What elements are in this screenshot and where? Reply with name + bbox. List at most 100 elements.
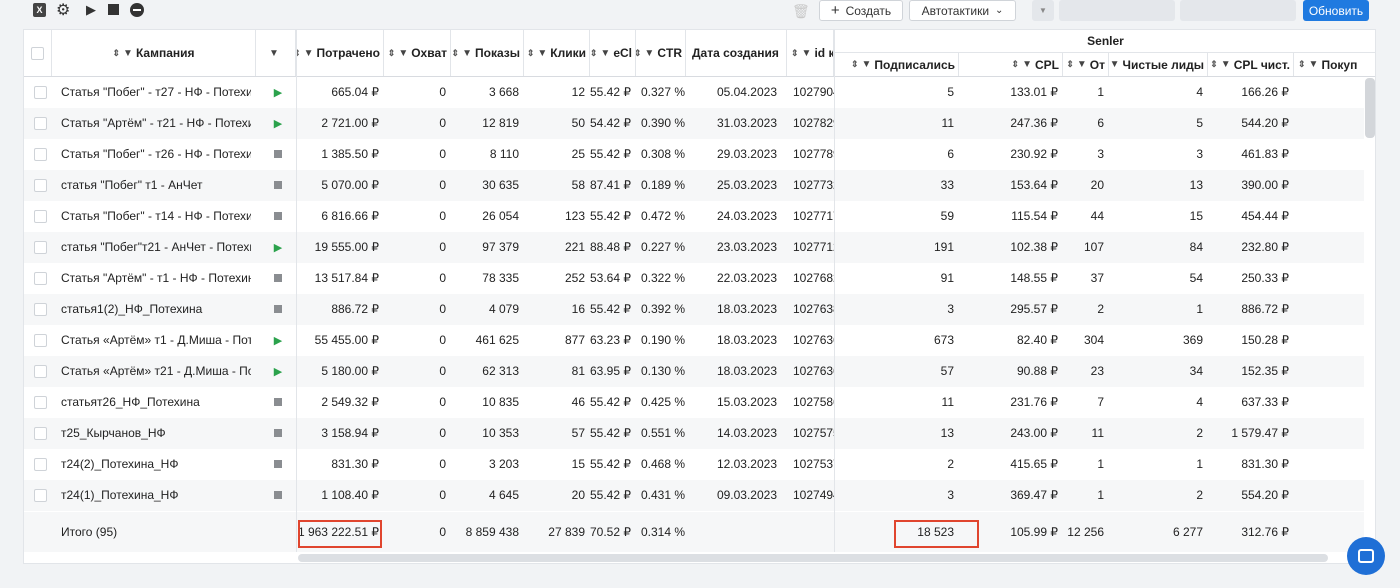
stop-icon[interactable] — [270, 201, 286, 232]
header-created[interactable]: Дата создания — [686, 30, 787, 76]
stop-icon[interactable] — [270, 170, 286, 201]
vertical-scrollbar[interactable] — [1365, 78, 1375, 138]
header-clean-leads[interactable]: ⇕▼Чистые лиды — [1109, 53, 1208, 76]
row-checkbox[interactable] — [34, 458, 47, 471]
table-row[interactable]: статьят26_НФ_Потехина 2 549.32 ₽0 10 835 46… — [24, 387, 1364, 418]
campaign-name[interactable]: Статья "Побег" - т26 - НФ - Потехина — [61, 139, 251, 170]
sort-icon[interactable]: ⇕ — [452, 48, 460, 59]
table-row[interactable]: статья "Побег"т21 - АнЧет - Потехина ▶ 19 … — [24, 232, 1364, 263]
filter-field-2[interactable] — [1180, 0, 1296, 21]
campaign-name[interactable]: т24(2)_Потехина_НФ — [61, 449, 251, 480]
campaign-name[interactable]: т24(1)_Потехина_НФ — [61, 480, 251, 511]
campaign-name[interactable]: статья "Побег" т1 - АнЧет — [61, 170, 251, 201]
autotactics-button[interactable]: Автотактики ⌄ — [909, 0, 1016, 21]
table-row[interactable]: Статья "Артём" - т21 - НФ - Потехина - ▶ 2… — [24, 108, 1364, 139]
play-icon[interactable]: ▶ — [270, 232, 286, 263]
header-from[interactable]: ⇕ ▼ От — [1063, 53, 1109, 76]
table-row[interactable]: Статья "Артём" - т1 - НФ - Потехина - М 1… — [24, 263, 1364, 294]
stop-icon[interactable] — [270, 418, 286, 449]
filter-icon[interactable]: ▼ — [1221, 59, 1231, 70]
row-checkbox[interactable] — [34, 334, 47, 347]
row-checkbox[interactable] — [34, 210, 47, 223]
sort-icon[interactable]: ⇕ — [851, 59, 859, 70]
filter-icon[interactable]: ▼ — [269, 48, 279, 59]
filter-icon[interactable]: ▼ — [462, 48, 472, 59]
play-icon[interactable]: ▶ — [86, 2, 96, 18]
campaign-name[interactable]: Статья "Артём" - т1 - НФ - Потехина - М — [61, 263, 251, 294]
row-checkbox[interactable] — [34, 396, 47, 409]
row-checkbox[interactable] — [34, 365, 47, 378]
sort-icon[interactable]: ⇕ — [636, 48, 641, 59]
table-row[interactable]: т25_Кырчанов_НФ 3 158.94 ₽ 0 10 353 57 55.42 … — [24, 418, 1364, 449]
header-subscribed[interactable]: ⇕ ▼ Подписались — [834, 53, 959, 76]
play-icon[interactable]: ▶ — [270, 108, 286, 139]
stop-icon[interactable] — [270, 387, 286, 418]
gear-icon[interactable]: ⚙ — [56, 0, 70, 20]
row-checkbox[interactable] — [34, 148, 47, 161]
sort-icon[interactable]: ⇕ — [388, 48, 396, 59]
row-checkbox[interactable] — [34, 179, 47, 192]
filter-icon[interactable]: ▼ — [600, 48, 610, 59]
campaign-name[interactable]: статья1(2)_НФ_Потехина — [61, 294, 251, 325]
campaign-name[interactable]: статьят26_НФ_Потехина — [61, 387, 251, 418]
row-checkbox[interactable] — [34, 303, 47, 316]
row-checkbox[interactable] — [34, 427, 47, 440]
header-ecpc[interactable]: ⇕ ▼ eCl — [590, 30, 636, 76]
row-checkbox[interactable] — [34, 272, 47, 285]
excel-icon[interactable]: X — [33, 3, 46, 17]
table-row[interactable]: статья "Побег" т1 - АнЧет 5 070.00 ₽ 0 30 6… — [24, 170, 1364, 201]
campaign-name[interactable]: т25_Кырчанов_НФ — [61, 418, 251, 449]
filter-icon[interactable]: ▼ — [802, 48, 812, 59]
filter-icon[interactable]: ▼ — [123, 48, 133, 59]
sort-icon[interactable]: ⇕ — [1210, 59, 1218, 70]
filter-icon[interactable]: ▼ — [1110, 59, 1120, 70]
header-spent[interactable]: ⇕▼Потрачено — [296, 30, 384, 76]
table-row[interactable]: Статья "Побег" - т27 - НФ - Потехина ▶ 665… — [24, 77, 1364, 108]
stop-icon[interactable] — [270, 263, 286, 294]
row-checkbox[interactable] — [34, 489, 47, 502]
table-row[interactable]: т24(1)_Потехина_НФ 1 108.40 ₽ 0 4 645 20 55.4… — [24, 480, 1364, 511]
header-status-filter[interactable]: ▼ — [256, 30, 296, 76]
play-icon[interactable]: ▶ — [270, 325, 286, 356]
sort-icon[interactable]: ⇕ — [1012, 59, 1020, 70]
row-checkbox[interactable] — [34, 86, 47, 99]
select-all-checkbox[interactable] — [31, 46, 44, 60]
filter-icon[interactable]: ▼ — [304, 48, 314, 59]
sort-icon[interactable]: ⇕ — [112, 48, 120, 59]
table-row[interactable]: Статья «Артём» т1 - Д.Миша - Потехи ▶ 55 4… — [24, 325, 1364, 356]
filter-icon[interactable]: ▼ — [1309, 59, 1319, 70]
campaign-name[interactable]: статья "Побег"т21 - АнЧет - Потехина — [61, 232, 251, 263]
table-row[interactable]: Статья "Побег" - т26 - НФ - Потехина 1 38… — [24, 139, 1364, 170]
stop-icon[interactable] — [108, 4, 119, 15]
filter-icon[interactable]: ▼ — [1077, 59, 1087, 70]
filter-icon[interactable]: ▼ — [1022, 59, 1032, 70]
header-cpl-clean[interactable]: ⇕ ▼ CPL чист. — [1208, 53, 1294, 76]
header-cpl[interactable]: ⇕ ▼ CPL — [959, 53, 1063, 76]
play-icon[interactable]: ▶ — [270, 356, 286, 387]
remove-icon[interactable] — [130, 3, 144, 17]
stop-icon[interactable] — [270, 480, 286, 511]
header-ctr[interactable]: ⇕▼CTR — [636, 30, 686, 76]
campaign-name[interactable]: Статья «Артём» т1 - Д.Миша - Потехи — [61, 325, 251, 356]
campaign-name[interactable]: Статья "Побег" - т27 - НФ - Потехина — [61, 77, 251, 108]
campaign-name[interactable]: Статья "Артём" - т21 - НФ - Потехина - — [61, 108, 251, 139]
campaign-name[interactable]: Статья "Побег" - т14 - НФ - Потехина — [61, 201, 251, 232]
header-reach[interactable]: ⇕ ▼ Охват — [384, 30, 451, 76]
stop-icon[interactable] — [270, 294, 286, 325]
header-clicks[interactable]: ⇕ ▼ Клики — [524, 30, 590, 76]
header-impressions[interactable]: ⇕ ▼ Показы — [451, 30, 524, 76]
table-row[interactable]: т24(2)_Потехина_НФ 831.30 ₽ 0 3 203 15 55.42 … — [24, 449, 1364, 480]
table-row[interactable]: статья1(2)_НФ_Потехина 886.72 ₽ 0 4 079 16 55… — [24, 294, 1364, 325]
sort-icon[interactable]: ⇕ — [791, 48, 799, 59]
filter-field-1[interactable] — [1059, 0, 1175, 21]
refresh-button[interactable]: Обновить — [1303, 0, 1369, 21]
header-purchases[interactable]: ⇕ ▼ Покуп — [1294, 53, 1375, 76]
row-checkbox[interactable] — [34, 117, 47, 130]
filter-icon[interactable]: ▼ — [537, 48, 547, 59]
sort-icon[interactable]: ⇕ — [1298, 59, 1306, 70]
filter-icon[interactable]: ▼ — [862, 59, 872, 70]
row-checkbox[interactable] — [34, 241, 47, 254]
header-id[interactable]: ⇕ ▼ id к — [787, 30, 834, 76]
table-row[interactable]: Статья «Артём» т21 - Д.Миша - Потех ▶ 5 18… — [24, 356, 1364, 387]
table-row[interactable]: Статья "Побег" - т14 - НФ - Потехина 6 81… — [24, 201, 1364, 232]
